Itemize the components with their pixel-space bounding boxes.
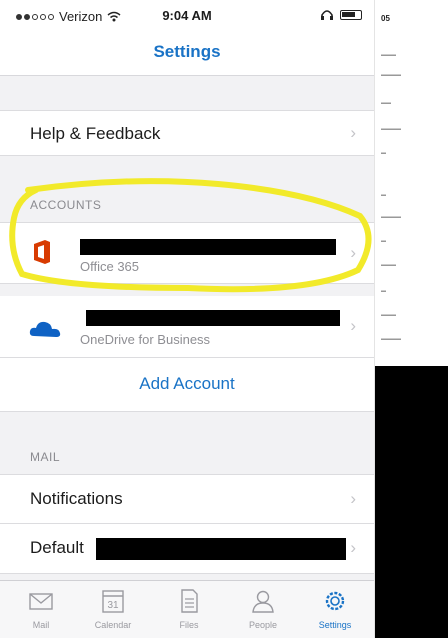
onedrive-icon [29,321,61,337]
side-panel-item[interactable]: ▬▬▬▬ [381,214,401,220]
redacted-default-account [96,538,346,560]
tab-label: Settings [318,620,352,630]
tab-people[interactable]: People [226,587,300,630]
notifications-label: Notifications [30,489,123,508]
tab-label: Files [179,620,199,630]
chevron-right-icon: › [350,123,356,142]
page-title: Settings [153,42,221,61]
side-panel-item[interactable]: ▬▬ [381,100,391,106]
side-panel-item[interactable]: ▬▬▬▬ [381,336,401,342]
help-feedback-row[interactable]: Help & Feedback › [0,110,374,156]
side-panel: 05 ▬▬▬ ▬▬▬▬ ▬▬ ▬▬▬▬ ▬ ▬ ▬▬▬▬ ▬ ▬▬▬ ▬ ▬▬▬… [374,0,448,638]
tab-label: People [248,620,278,630]
add-account-button[interactable]: Add Account [0,374,374,394]
redacted-account-email [86,310,340,326]
calendar-day-number: 31 [107,600,119,611]
mail-header: MAIL [30,450,61,464]
side-panel-header: 05 [375,0,448,40]
side-panel-item[interactable]: ▬▬▬ [381,262,396,268]
settings-screen: Verizon 9:04 AM Settings Help & Feedback… [0,0,374,638]
tab-mail[interactable]: Mail [4,587,78,630]
side-panel-item[interactable]: ▬ [381,288,386,294]
account-row-onedrive[interactable]: OneDrive for Business › [0,296,374,358]
tab-label: Calendar [94,620,132,630]
highlight-annotation [9,178,372,293]
help-feedback-label: Help & Feedback [30,124,161,143]
default-row[interactable]: Default › [0,524,374,574]
side-panel-item[interactable]: ▬▬▬ [381,52,396,58]
settings-icon [325,591,345,611]
tab-label: Mail [32,620,50,630]
status-bar: Verizon 9:04 AM [0,0,374,32]
calendar-icon: 31 [102,590,124,613]
tab-settings[interactable]: Settings [298,587,372,630]
side-panel-item[interactable]: ▬▬▬▬ [381,72,401,78]
side-panel-item[interactable]: ▬▬▬▬ [381,126,401,132]
tab-calendar[interactable]: 31 Calendar [76,587,150,630]
nav-bar: Settings [0,32,374,76]
chevron-right-icon: › [350,489,356,508]
tab-bar: Mail 31 Calendar Files People Settings [0,580,374,638]
chevron-right-icon: › [350,538,356,557]
battery-icon [340,10,362,20]
status-time: 9:04 AM [162,8,212,23]
mail-icon [29,593,53,610]
people-icon [252,590,274,613]
tab-files[interactable]: Files [152,587,226,630]
account-service-label: OneDrive for Business [80,332,211,347]
side-panel-item[interactable]: ▬ [381,238,386,244]
side-panel-item[interactable]: ▬▬▬ [381,312,396,318]
status-icons [320,9,362,21]
notifications-row[interactable]: Notifications › [0,474,374,524]
side-panel-item[interactable]: ▬ [381,150,386,156]
default-label: Default [30,538,84,557]
side-panel-title: 05 [381,14,390,23]
chevron-right-icon: › [350,316,356,335]
files-icon [181,589,198,613]
headphones-icon [321,10,333,20]
side-panel-item[interactable]: ▬ [381,192,386,198]
side-panel-redaction [375,366,448,638]
